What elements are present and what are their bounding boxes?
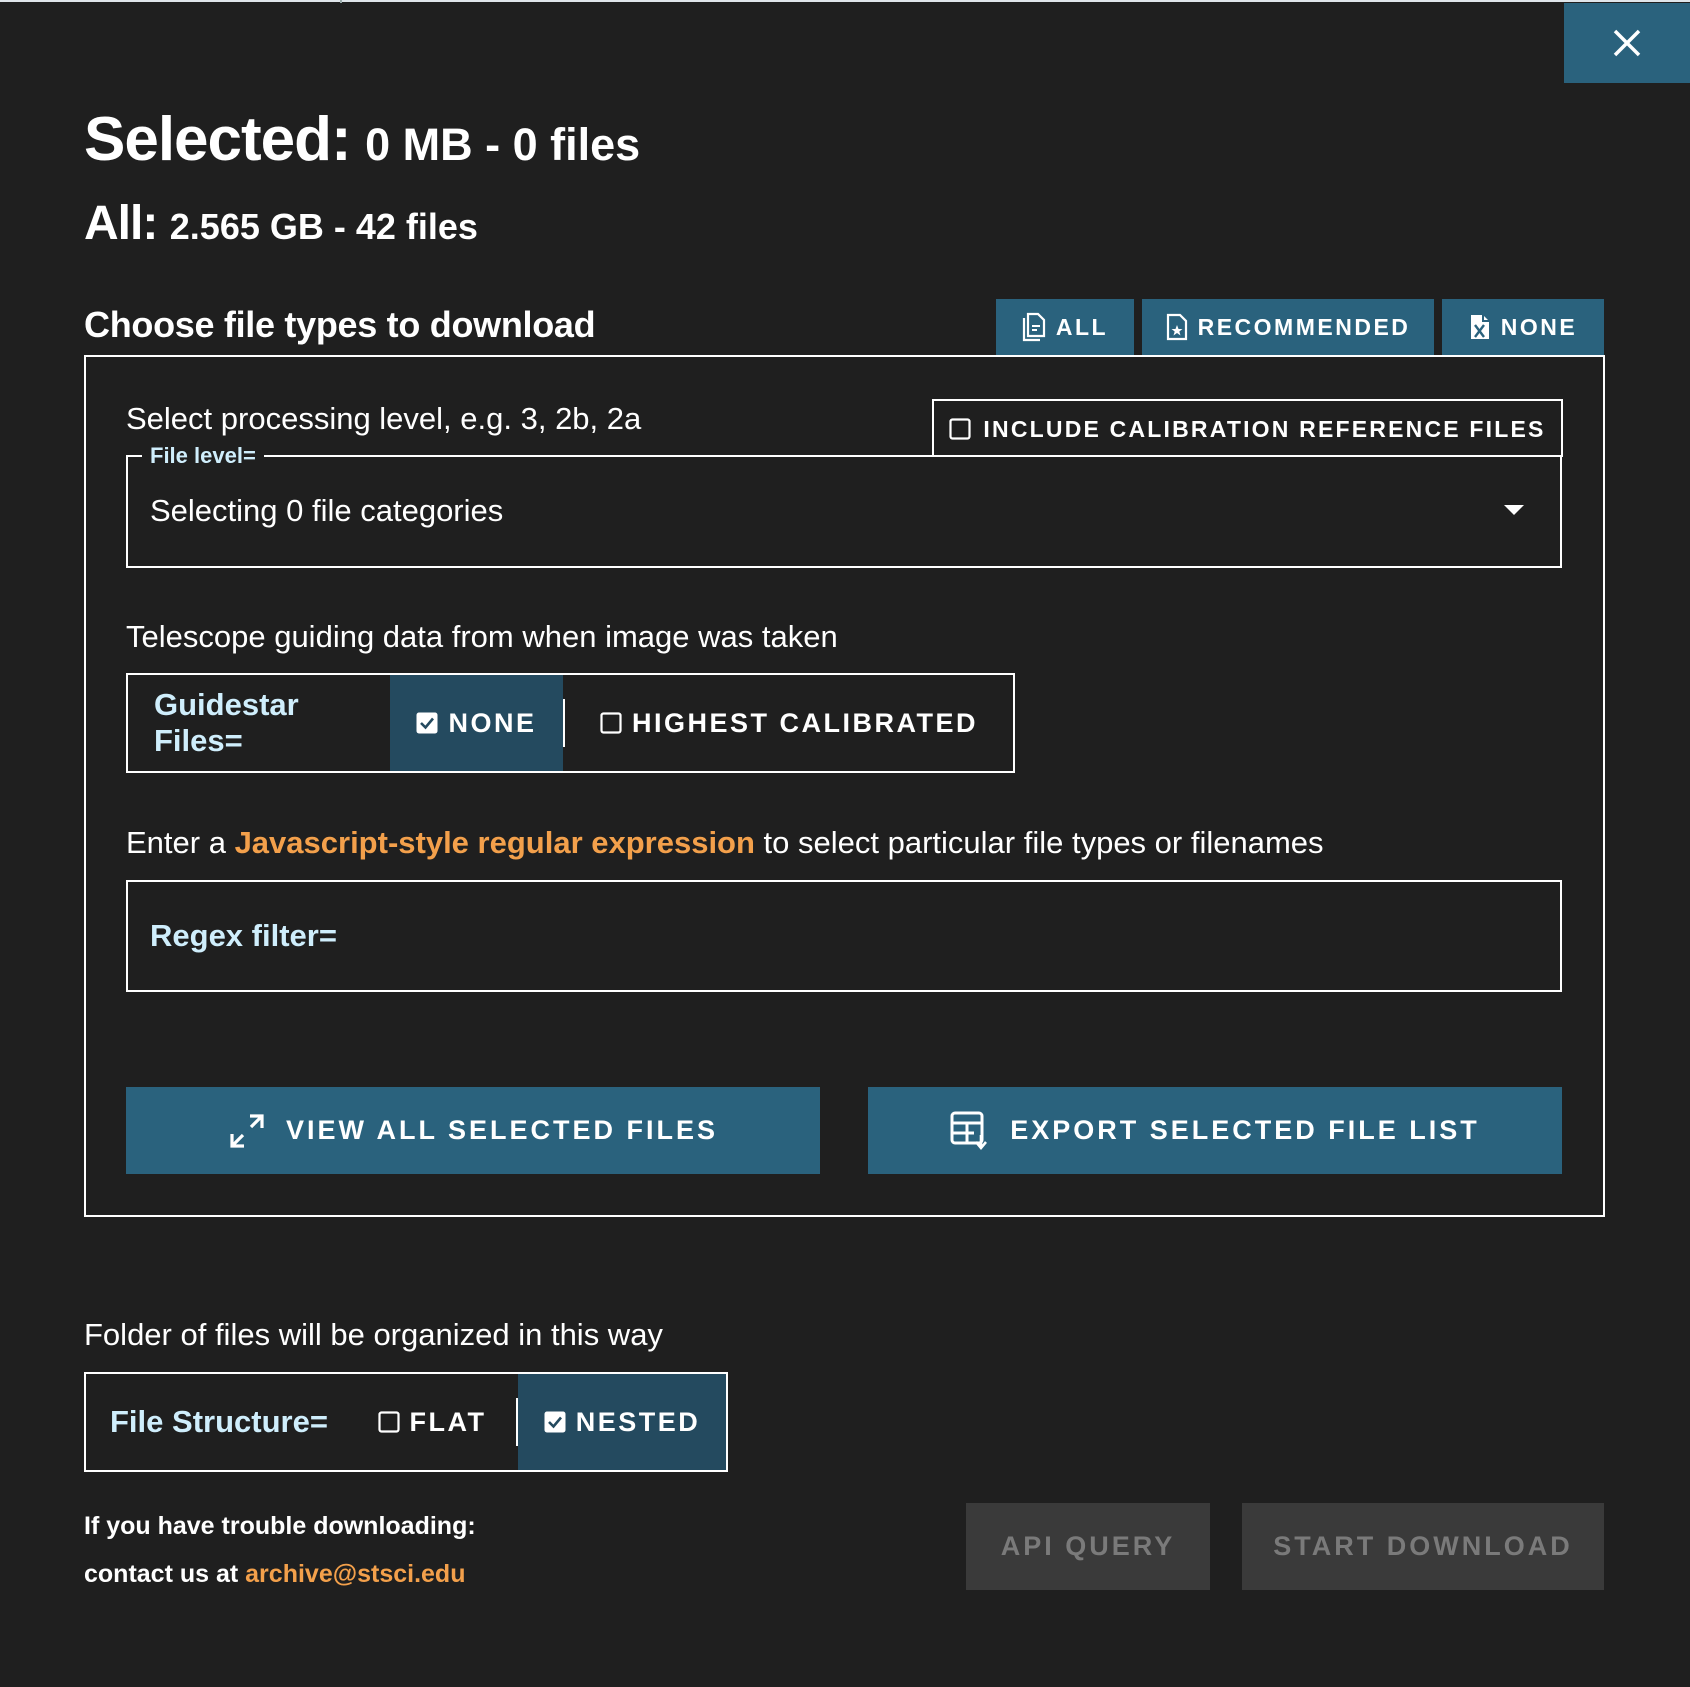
api-query-button[interactable]: API QUERY (966, 1503, 1210, 1590)
file-structure-option-nested[interactable]: NESTED (518, 1374, 726, 1470)
close-button[interactable] (1564, 3, 1690, 83)
guidestar-option-none[interactable]: NONE (390, 675, 563, 771)
file-structure-label: File Structure= (110, 1404, 328, 1439)
view-all-label: VIEW ALL SELECTED FILES (285, 1115, 719, 1145)
file-level-legend: File level= (142, 443, 264, 469)
trouble-text: If you have trouble downloading: (84, 1512, 476, 1540)
all-value: 2.565 GB - 42 files (169, 206, 478, 247)
dropdown-caret-icon (1504, 505, 1524, 515)
select-none-label: NONE (1500, 313, 1578, 340)
all-label: All: (84, 197, 158, 250)
processing-level-hint: Select processing level, e.g. 3, 2b, 2a (126, 401, 642, 436)
start-download-button[interactable]: START DOWNLOAD (1242, 1503, 1604, 1590)
guidestar-none-label: NONE (448, 707, 537, 738)
file-level-value: Selecting 0 file categories (150, 493, 504, 528)
select-recommended-button[interactable]: RECOMMENDED (1142, 299, 1434, 355)
table-export-icon (950, 1111, 988, 1150)
include-calibration-label: INCLUDE CALIBRATION REFERENCE FILES (983, 415, 1546, 442)
file-structure-toggle-group: File Structure= FLAT NESTED (84, 1372, 728, 1472)
guidestar-label: Guidestar Files= (154, 687, 299, 758)
selected-label: Selected: (84, 105, 352, 174)
file-x-icon (1470, 315, 1489, 339)
folder-structure-hint: Folder of files will be organized in thi… (84, 1317, 663, 1352)
checkbox-unchecked-icon (949, 418, 972, 440)
selected-value: 0 MB - 0 files (365, 119, 641, 170)
select-recommended-label: RECOMMENDED (1197, 313, 1411, 340)
guidestar-highest-label: HIGHEST CALIBRATED (632, 707, 978, 738)
top-border (0, 0, 1690, 2)
close-icon (1613, 29, 1641, 57)
contact-text: contact us at archive@stsci.edu (84, 1560, 465, 1589)
flat-label: FLAT (409, 1406, 487, 1437)
checkbox-unchecked-icon (377, 1411, 400, 1433)
file-structure-option-flat[interactable]: FLAT (348, 1374, 516, 1470)
regex-docs-link[interactable]: Javascript-style regular expression (235, 825, 755, 860)
contact-email-link[interactable]: archive@stsci.edu (245, 1560, 465, 1588)
nested-label: NESTED (575, 1406, 701, 1437)
checkbox-checked-icon (544, 1411, 566, 1433)
contact-prefix: contact us at (84, 1560, 246, 1588)
guidestar-toggle-group: Guidestar Files= NONE HIGHEST CALIBRATED (126, 673, 1015, 773)
file-star-icon (1166, 313, 1187, 341)
guidestar-hint: Telescope guiding data from when image w… (126, 619, 838, 654)
regex-filter-label: Regex filter= (150, 918, 337, 953)
select-all-button[interactable]: ALL (996, 299, 1134, 355)
select-all-label: ALL (1055, 313, 1109, 340)
file-level-select[interactable]: File level= Selecting 0 file categories (126, 443, 1562, 568)
file-types-title: Choose file types to download (84, 304, 596, 345)
regex-filter-input[interactable]: Regex filter= (126, 880, 1562, 992)
select-none-button[interactable]: NONE (1442, 299, 1604, 355)
regex-hint-suffix: to select particular file types or filen… (754, 825, 1324, 860)
export-list-label: EXPORT SELECTED FILE LIST (1010, 1115, 1480, 1145)
expand-icon (230, 1113, 264, 1148)
checkbox-unchecked-icon (600, 712, 622, 734)
checkbox-checked-icon (416, 712, 438, 734)
include-calibration-checkbox[interactable]: INCLUDE CALIBRATION REFERENCE FILES (932, 399, 1563, 457)
file-copy-icon (1022, 312, 1045, 342)
view-all-selected-files-button[interactable]: VIEW ALL SELECTED FILES (126, 1087, 820, 1174)
all-summary: All: 2.565 GB - 42 files (84, 196, 478, 251)
regex-hint: Enter a Javascript-style regular express… (126, 825, 1324, 861)
selected-summary: Selected: 0 MB - 0 files (84, 104, 640, 175)
top-border-tick (340, 0, 342, 3)
download-modal: Selected: 0 MB - 0 files All: 2.565 GB -… (0, 0, 1690, 1687)
guidestar-option-highest-calibrated[interactable]: HIGHEST CALIBRATED (565, 675, 1013, 771)
export-selected-file-list-button[interactable]: EXPORT SELECTED FILE LIST (868, 1087, 1562, 1174)
regex-hint-prefix: Enter a (126, 825, 235, 860)
